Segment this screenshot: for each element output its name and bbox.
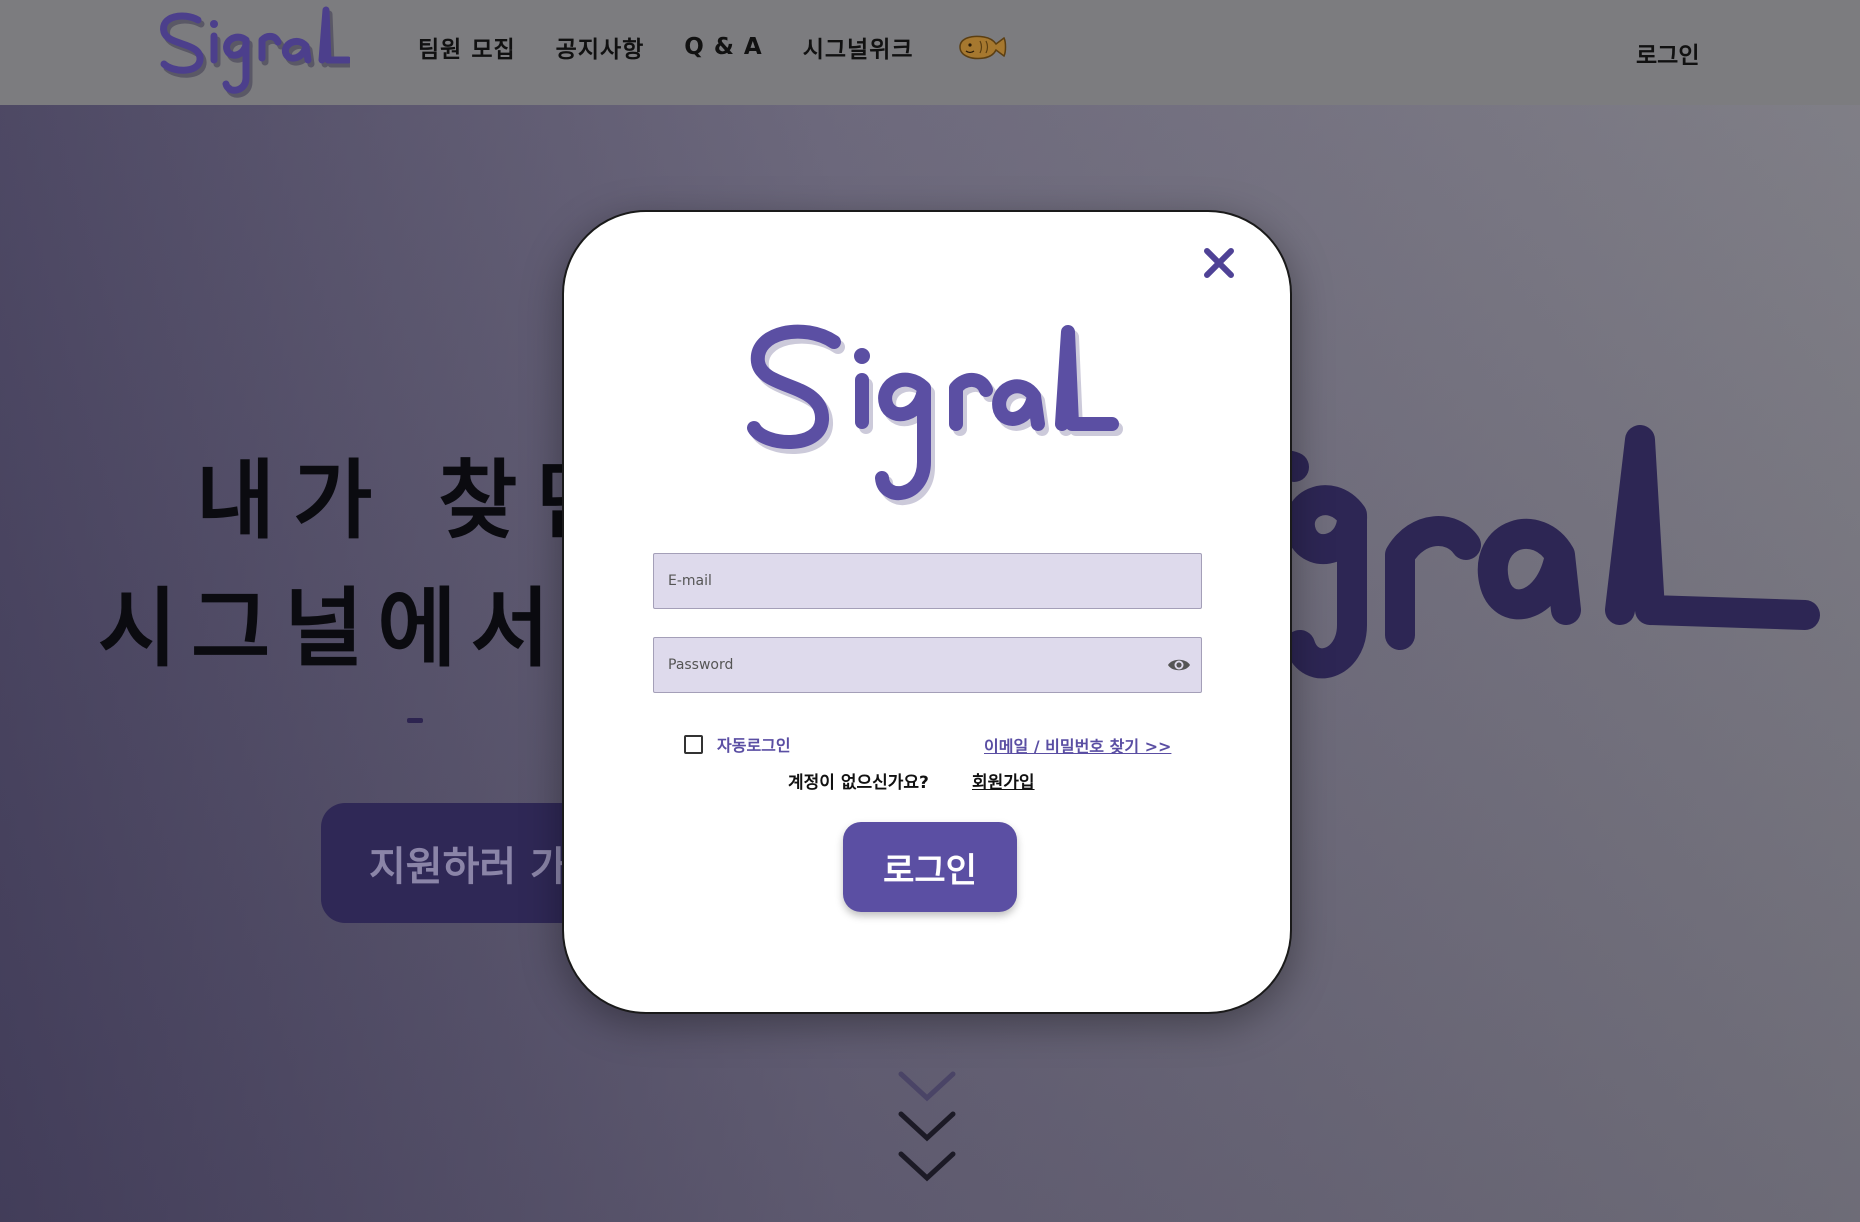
auto-login-checkbox[interactable] (684, 734, 703, 754)
hero-signal-logo (1255, 405, 1830, 805)
nav-item-notice[interactable]: 공지사항 (556, 30, 645, 64)
nav-item-signal-week[interactable]: 시그널위크 (803, 30, 914, 64)
signal-logo[interactable] (150, 0, 355, 105)
find-account-link[interactable]: 이메일 / 비밀번호 찾기 >> (984, 733, 1171, 757)
login-modal: 자동로그인 이메일 / 비밀번호 찾기 >> 계정이 없으신가요? 회원가입 로… (562, 210, 1292, 1014)
header-login-link[interactable]: 로그인 (1636, 36, 1699, 70)
password-input[interactable] (654, 638, 1201, 692)
modal-signal-logo (724, 312, 1124, 532)
main-nav: 팀원 모집 공지사항 Q & A 시그널위크 (418, 30, 1008, 64)
email-input[interactable] (654, 554, 1201, 608)
hero-dash-divider (407, 718, 423, 723)
password-field[interactable] (653, 637, 1202, 693)
login-button[interactable]: 로그인 (843, 822, 1017, 912)
close-icon[interactable] (1201, 245, 1237, 281)
chevron-down-icon (898, 1071, 956, 1102)
nav-item-qna[interactable]: Q & A (684, 34, 762, 60)
nav-item-recruit[interactable]: 팀원 모집 (418, 30, 516, 64)
signup-link[interactable]: 회원가입 (972, 768, 1035, 793)
eye-icon[interactable] (1167, 655, 1191, 675)
site-header: 팀원 모집 공지사항 Q & A 시그널위크 로그인 (0, 0, 1860, 105)
email-field[interactable] (653, 553, 1202, 609)
chevron-down-icon (898, 1111, 956, 1142)
scroll-down-indicator[interactable] (895, 1068, 959, 1188)
no-account-text: 계정이 없으신가요? (788, 773, 929, 793)
chevron-down-icon (898, 1151, 956, 1182)
auto-login-label[interactable]: 자동로그인 (717, 732, 791, 756)
bungeoppang-icon[interactable] (956, 32, 1008, 62)
hero-headline-line2: 시그널에서 (98, 579, 564, 679)
auto-login-option[interactable]: 자동로그인 (684, 732, 791, 756)
